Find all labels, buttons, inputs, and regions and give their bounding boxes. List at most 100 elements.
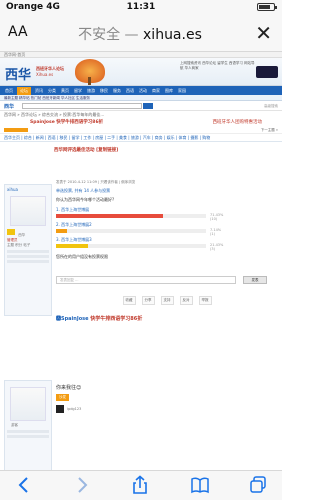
post-meta: 发表于 2010-4-12 11:09 | 只看该作者 | 倒序浏览 [56,180,136,184]
bookmarks-icon[interactable] [190,475,210,495]
nav-item[interactable]: 首页 [4,88,14,94]
nav-item[interactable]: 商家 [151,88,161,94]
main-nav: 首页 论坛 资讯 分类 黄页 留学 旅游 移民 服务 西语 活动 商家 图库 家园 [0,86,282,95]
site-logo-sub2: Xihua.es [36,72,54,77]
url-field[interactable]: 不安全 — xihua.es [40,24,240,44]
author-avatar[interactable] [10,196,46,226]
post-action-button[interactable]: 收藏 [122,296,136,305]
close-icon[interactable]: ✕ [255,21,272,45]
poll-option-bar: 21.43% (3) [56,243,223,251]
divider [7,430,49,433]
ad-link-right[interactable]: 西班牙华人团购特惠活动 [213,119,263,125]
post-action-button[interactable]: 举报 [198,296,212,305]
author-badge-text: 西华 [18,233,26,237]
poll-option-bar: 7.14% (1) [56,228,221,236]
thread-title: 西华网评选最佳活动 [复制链接] [54,148,119,153]
site-search-input[interactable] [22,103,142,109]
nav-item[interactable]: 资讯 [34,88,44,94]
post-action-button[interactable]: 分享 [141,296,155,305]
search-row: 西华 高级搜索 [0,101,282,111]
reply-author-sidebar: 游客 [4,380,52,470]
poll-option-value: 7.14% (1) [210,228,222,236]
post-action-button[interactable]: 支持 [160,296,174,305]
post-actions: 收藏 分享 支持 反对 举报 [56,296,278,305]
reader-options-button[interactable]: AA [8,24,28,40]
poll-title: 单选投票, 共有 14 人参与投票 [56,188,111,193]
poll-question: 你认为西华网今年哪个活动最好? [56,197,115,202]
new-post-button[interactable] [4,128,28,132]
nav-item[interactable]: 移民 [99,88,109,94]
ad-link-left[interactable]: SpainJose 快学牛排西语学习86折 [30,119,103,125]
reply-submit-button[interactable]: 发表 [243,276,267,284]
banner-tree-trunk [88,77,91,85]
battery-icon [257,3,277,11]
poll-option-label: 3. 西华上海世博展3 [56,237,92,242]
poll-option-value: 71.43% (10) [210,213,224,221]
signature-ad[interactable]: 🅰SpainJose 快学牛排西语学习86折 [56,315,278,322]
nav-item[interactable]: 服务 [112,88,122,94]
status-bar: Orange 4G 11:31 [0,0,282,14]
advanced-search-link[interactable]: 高级搜索 [264,104,278,109]
poll-option-label: 1. 西华上海世博展 [56,207,90,212]
author-stats: 主题 积分 帖子 [7,243,31,247]
search-brand: 西华 [4,104,15,110]
category-links[interactable]: 西华主页 | 综合 | 新闻 | 西语 | 移民 | 留学 | 工作 | 房屋 … [0,134,282,142]
post-action-button[interactable]: 反对 [179,296,193,305]
nav-item[interactable]: 活动 [138,88,148,94]
nav-item[interactable]: 黄页 [60,88,70,94]
nav-item[interactable]: 留学 [73,88,83,94]
signature-prefix: 🅰SpainJose [56,316,89,322]
poll-options: 1. 西华上海世博展 71.43% (10) 2. 西华上海世博展2 7.14% (1… [56,207,278,251]
nav-item[interactable]: 分类 [47,88,57,94]
nav-item[interactable]: 家园 [177,88,187,94]
reply-user-name[interactable]: ipdg123 [67,407,81,411]
divider [7,260,49,263]
pager-row: 下一主题 » [0,126,282,134]
author-badge-icon [7,229,15,235]
divider [7,435,49,438]
url-domain: xihua.es [143,27,202,43]
banner-links[interactable]: 上网搜索资讯 西华论坛 留学生 西语学习 网站导航 华人商家 [180,61,255,71]
next-thread-link[interactable]: 下一主题 » [261,128,278,133]
nav-item[interactable]: 论坛 [17,86,31,95]
back-icon[interactable] [14,475,34,495]
quick-reply-input[interactable]: 发表回复 ... 发表 [56,276,267,284]
nav-item[interactable]: 图库 [164,88,174,94]
poll-option-bar: 71.43% (10) [56,213,223,221]
reply-author-name[interactable]: 游客 [5,423,51,428]
poll-option-fill [56,244,89,248]
share-icon[interactable] [130,475,150,495]
ad-row: SpainJose 快学牛排西语学习86折 西班牙华人团购特惠活动 [0,118,282,126]
nav-item[interactable]: 旅游 [86,88,96,94]
signature-text: 快学牛排西语学习86折 [88,316,143,322]
safari-toolbar [0,470,282,500]
reply-placeholder: 发表回复 ... [60,278,79,282]
divider [7,255,49,258]
poll-option-fill [56,229,67,233]
site-logo[interactable]: 西华 [5,64,31,83]
poll-option-label: 2. 西华上海世博展2 [56,222,92,227]
reply-text: 你来我往😊 [56,385,82,391]
reply-author-avatar[interactable] [10,387,46,421]
site-search-button[interactable] [143,103,153,109]
thread-header: 西华网评选最佳活动 [复制链接] [0,146,282,154]
nav-item[interactable]: 西语 [125,88,135,94]
divider [7,250,49,253]
banner-ad-image[interactable] [256,66,278,78]
post-content: 发表于 2010-4-12 11:09 | 只看该作者 | 倒序浏览 单选投票,… [56,180,278,322]
forward-icon[interactable] [72,475,92,495]
author-name[interactable]: xihua [5,185,51,194]
site-banner: 西华 西班牙华人论坛 Xihua.es 上网搜索资讯 西华论坛 留学生 西语学习… [0,58,282,86]
address-bar[interactable]: AA 不安全 — xihua.es ✕ [0,14,282,52]
reply-user-avatar[interactable] [56,405,64,413]
breadcrumb[interactable]: 西华网 » 西华论坛 » 综合交流 » 投票:西华每年的最佳… [0,111,282,118]
insecure-label: 不安全 — [78,27,144,43]
reply-floor-tag: 沙发 [56,394,69,401]
poll-option-value: 21.43% (3) [210,243,224,251]
web-page[interactable]: 西华网·首页 西华 西班牙华人论坛 Xihua.es 上网搜索资讯 西华论坛 留… [0,52,282,470]
author-sidebar: xihua 西华 管理员 主题 积分 帖子 [4,184,52,316]
tabs-icon[interactable] [248,475,268,495]
poll-option-fill [56,214,164,218]
clock: 11:31 [126,2,156,12]
vote-note: 您所在的用户组没有投票权限 [56,254,108,259]
